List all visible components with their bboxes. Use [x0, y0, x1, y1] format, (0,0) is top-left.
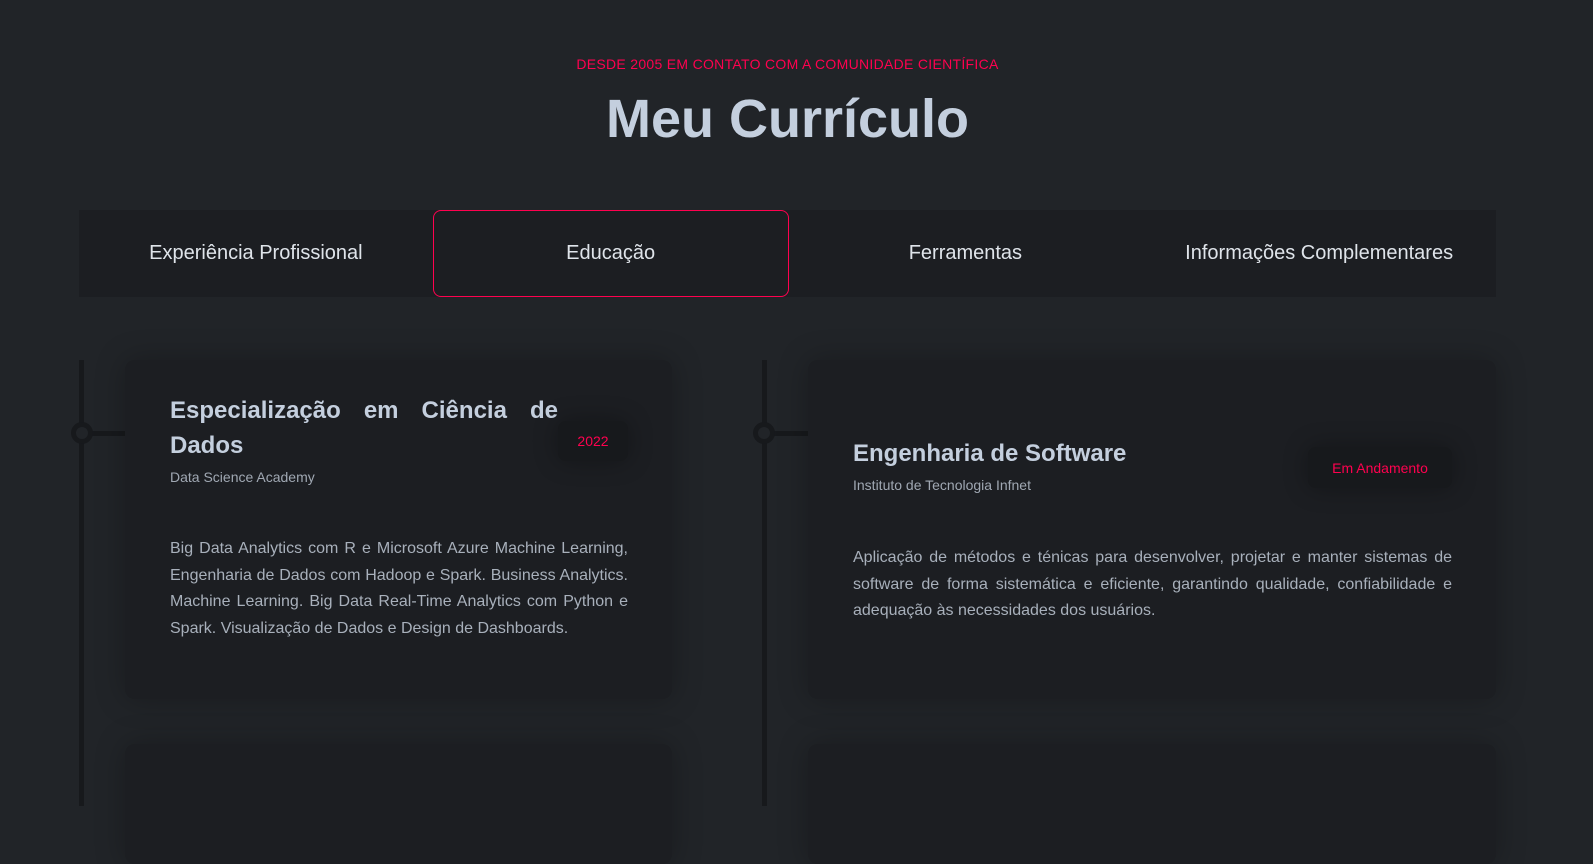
status-badge: Em Andamento [1308, 447, 1452, 488]
tab-experiencia[interactable]: Experiência Profissional [79, 210, 433, 297]
tab-informacoes[interactable]: Informações Complementares [1142, 210, 1496, 297]
timeline-connector [773, 431, 809, 436]
timeline-dot [71, 422, 93, 444]
education-card: Especialização em Ciência de Dados Data … [125, 360, 672, 699]
year-badge: 2022 [558, 421, 628, 461]
education-title: Engenharia de Software [853, 440, 1127, 467]
page-title: Meu Currículo [605, 89, 970, 149]
education-description: Aplicação de métodos e ténicas para dese… [853, 549, 1452, 619]
education-description: Big Data Analytics com R e Microsoft Azu… [170, 540, 628, 637]
education-institution: Data Science Academy [170, 469, 315, 485]
education-card [125, 744, 672, 864]
timeline-dot [753, 422, 775, 444]
tab-ferramentas[interactable]: Ferramentas [789, 210, 1143, 297]
education-title: Especialização em Ciência de Dados [170, 397, 558, 459]
tab-educacao[interactable]: Educação [432, 210, 789, 297]
education-card [808, 744, 1496, 864]
education-institution: Instituto de Tecnologia Infnet [853, 477, 1031, 493]
timeline-connector [90, 431, 126, 436]
resume-tabs: Experiência Profissional Educação Ferram… [79, 210, 1496, 297]
section-subtitle: DESDE 2005 EM CONTATO COM A COMUNIDADE C… [576, 56, 999, 72]
education-card: Engenharia de Software Instituto de Tecn… [808, 360, 1496, 699]
